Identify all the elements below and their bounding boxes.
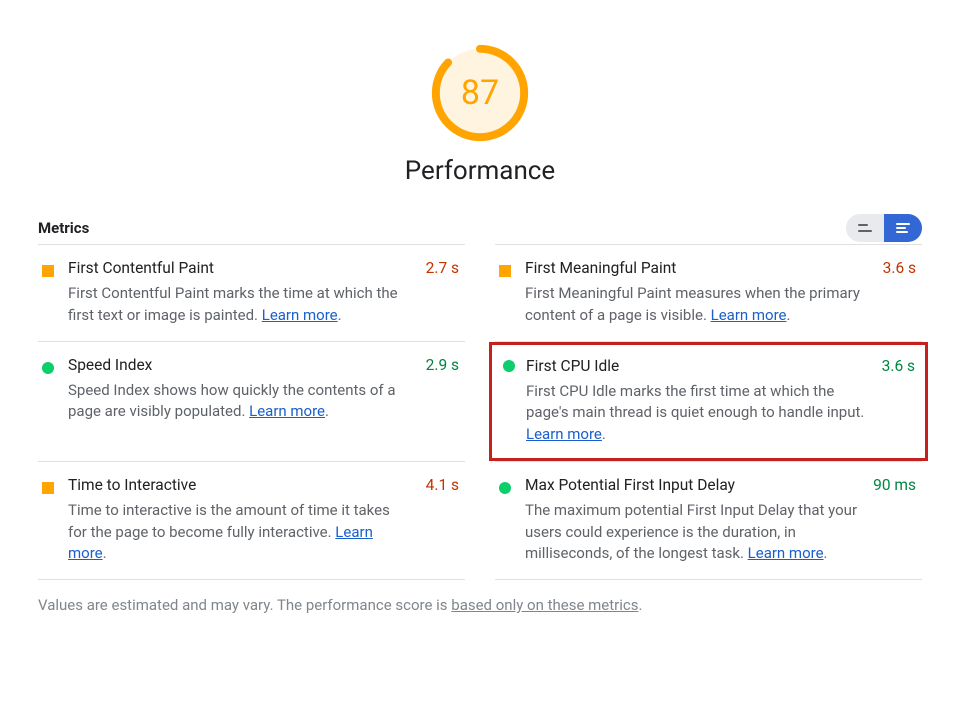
metric-description: First Contentful Paint marks the time at… — [68, 283, 408, 327]
metric-header: Speed Index 2.9 s — [68, 356, 459, 374]
metric-header: First Meaningful Paint 3.6 s — [525, 259, 916, 277]
metrics-grid: First Contentful Paint2.7 sFirst Content… — [38, 244, 922, 580]
status-pass-icon — [42, 362, 54, 374]
metric-item: First CPU Idle 3.6 s First CPU Idle marks … — [495, 341, 922, 461]
status-average-icon — [499, 265, 511, 277]
learn-more-link[interactable]: Learn more — [262, 306, 338, 324]
learn-more-link[interactable]: Learn more — [249, 402, 325, 420]
view-toggle — [846, 214, 922, 242]
view-toggle-expanded[interactable] — [884, 214, 922, 242]
category-title: Performance — [405, 156, 555, 186]
metric-header: First Contentful Paint 2.7 s — [68, 259, 459, 277]
metric-value: 3.6 s — [882, 357, 915, 375]
metrics-heading: Metrics — [38, 219, 89, 237]
metric-value: 2.9 s — [426, 356, 459, 374]
metric-header: Time to Interactive 4.1 s — [68, 476, 459, 494]
metric-description: First CPU Idle marks the first time at w… — [526, 381, 866, 446]
metric-item: Time to Interactive 4.1 s Time to interact… — [38, 461, 465, 580]
metric-title: Max Potential First Input Delay — [525, 476, 735, 494]
metric-item: First Contentful Paint2.7 sFirst Content… — [38, 244, 465, 341]
view-toggle-compact[interactable] — [846, 214, 884, 242]
metric-description: First Meaningful Paint measures when the… — [525, 283, 865, 327]
footer-text-after: . — [638, 596, 642, 614]
learn-more-link[interactable]: Learn more — [748, 544, 824, 562]
metrics-header-row: Metrics — [38, 214, 922, 242]
footer-note: Values are estimated and may vary. The p… — [38, 596, 922, 614]
metric-description: The maximum potential First Input Delay … — [525, 500, 865, 565]
metric-description: Time to interactive is the amount of tim… — [68, 500, 408, 565]
list-expanded-icon — [895, 222, 911, 234]
metric-title: Speed Index — [68, 356, 152, 374]
status-average-icon — [42, 482, 54, 494]
metric-item: First Meaningful Paint3.6 sFirst Meaning… — [495, 244, 922, 341]
metric-value: 2.7 s — [426, 259, 459, 277]
learn-more-link[interactable]: Learn more — [526, 425, 602, 443]
metric-header: First CPU Idle 3.6 s — [526, 357, 915, 375]
metric-item: Max Potential First Input Delay 90 ms The … — [495, 461, 922, 580]
gauge-score: 87 — [427, 40, 533, 146]
score-gauge: 87 — [427, 40, 533, 146]
performance-gauge-area: 87 Performance — [38, 40, 922, 186]
learn-more-link[interactable]: Learn more — [711, 306, 787, 324]
metric-title: First Meaningful Paint — [525, 259, 676, 277]
footer-text-before: Values are estimated and may vary. The p… — [38, 596, 451, 614]
metric-title: Time to Interactive — [68, 476, 196, 494]
metric-title: First CPU Idle — [526, 357, 619, 375]
status-pass-icon — [499, 482, 511, 494]
status-pass-icon — [503, 360, 515, 372]
status-average-icon — [42, 265, 54, 277]
footer-link[interactable]: based only on these metrics — [451, 596, 638, 614]
metric-title: First Contentful Paint — [68, 259, 214, 277]
metric-description: Speed Index shows how quickly the conten… — [68, 380, 408, 424]
list-compact-icon — [857, 222, 873, 234]
metric-value: 4.1 s — [426, 476, 459, 494]
metric-header: Max Potential First Input Delay 90 ms — [525, 476, 916, 494]
metric-value: 90 ms — [873, 476, 916, 494]
highlighted-metric: First CPU Idle 3.6 s First CPU Idle marks … — [489, 342, 928, 461]
metric-value: 3.6 s — [883, 259, 916, 277]
metric-item: Speed Index 2.9 s Speed Index shows how qu… — [38, 341, 465, 461]
